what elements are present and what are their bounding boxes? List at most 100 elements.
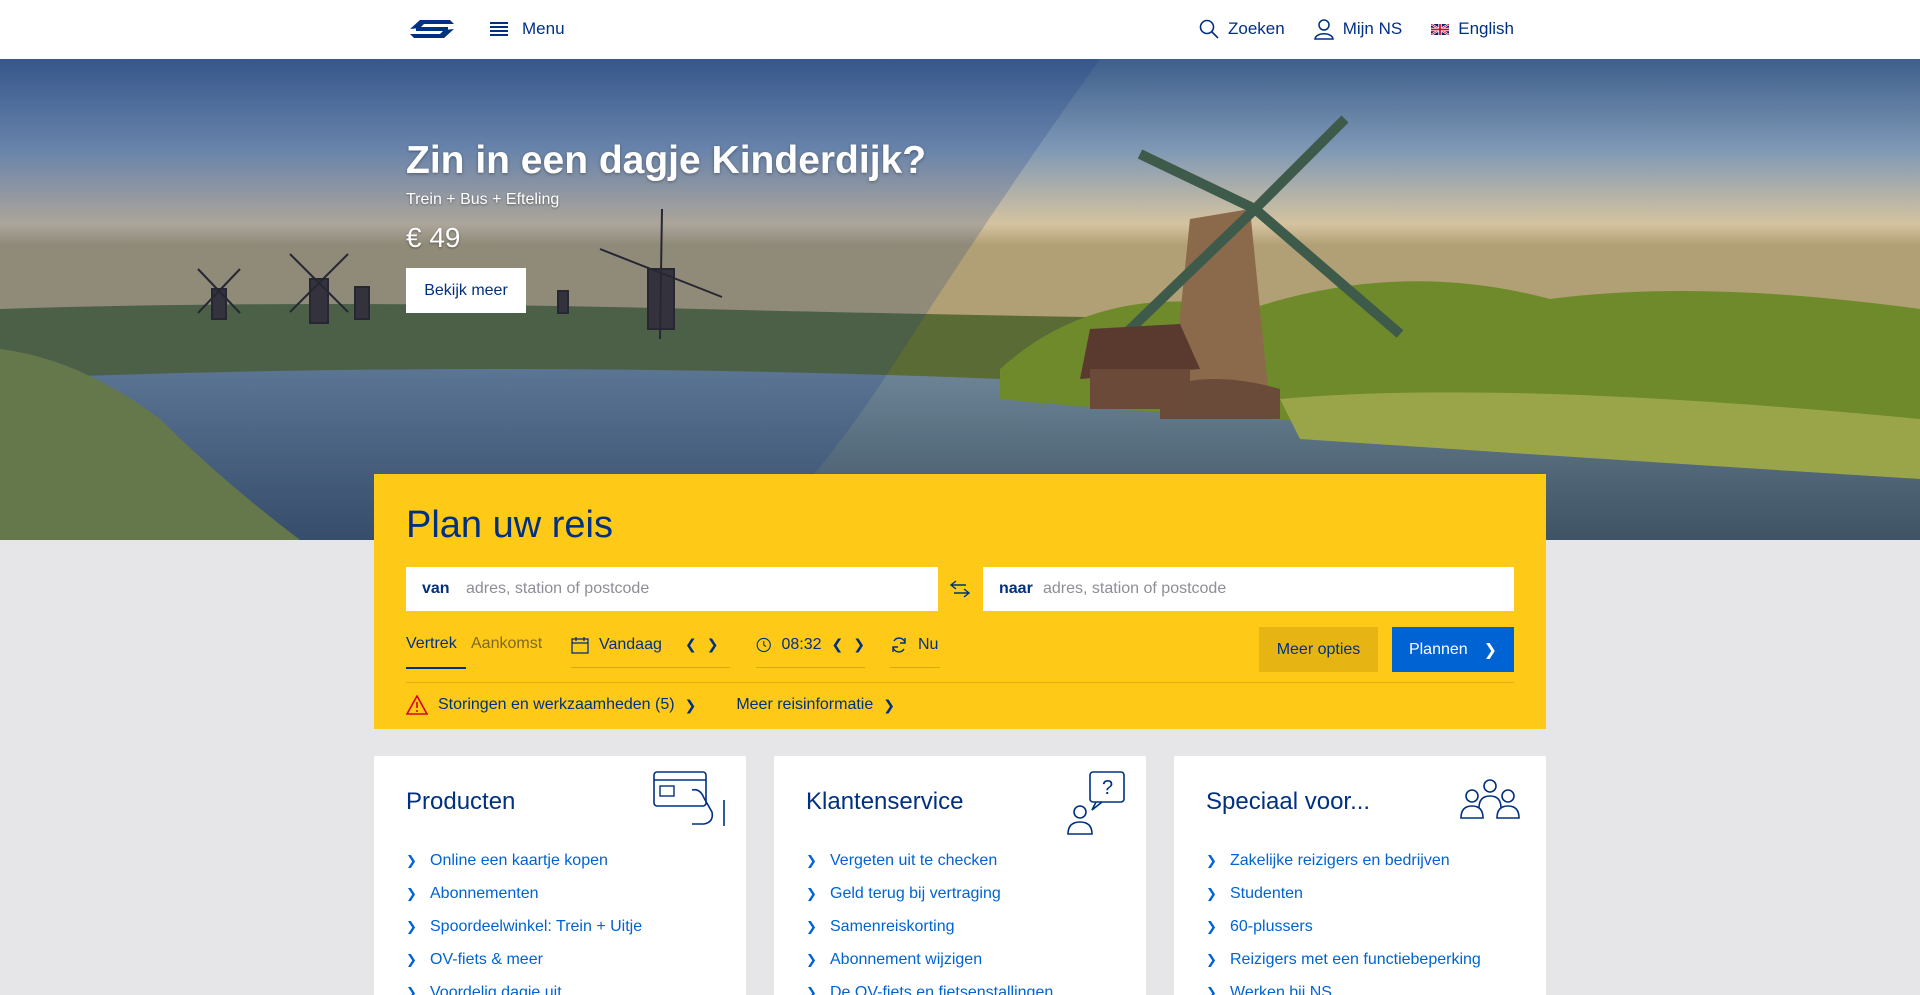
list-item[interactable]: ❯ De OV-fiets en fietsenstallingen [806,976,1053,995]
time-value: 08:32 [781,635,822,653]
chevron-right-icon: ❯ [1206,885,1217,901]
list-item[interactable]: ❯ Samenreiskorting [806,910,1053,943]
chevron-right-icon: ❯ [806,951,817,967]
planner-divider [406,682,1514,683]
refresh-icon [892,636,906,653]
clock-icon [756,637,771,652]
language-link[interactable]: English [1431,19,1514,39]
to-placeholder: adres, station of postcode [1043,580,1227,597]
search-label: Zoeken [1228,19,1285,38]
menu-button[interactable]: Menu [490,19,565,39]
hero-banner: Zin in een dagje Kinderdijk? Trein + Bus… [0,59,1920,540]
user-icon [1313,19,1334,40]
date-value: Vandaag [599,635,662,653]
plan-button[interactable]: Plannen ❯ [1392,627,1514,672]
search-icon [1199,19,1219,39]
customer-service-card: Klantenservice ? ❯ Vergeten uit te checke… [774,756,1146,995]
list-item[interactable]: ❯ OV-fiets & meer [406,943,642,976]
warning-icon [406,695,428,715]
special-for-card: Speciaal voor... ❯ Zakelijke reizigers en… [1174,756,1546,995]
site-header: Menu Zoeken Mijn NS English [0,0,1920,59]
from-label: van [422,580,450,597]
chevron-right-icon: ❯ [806,918,817,934]
tab-arrival[interactable]: Aankomst [471,635,542,653]
date-next-icon[interactable]: ❯ [707,636,719,653]
chevron-right-icon: ❯ [1483,641,1498,659]
chevron-right-icon: ❯ [883,696,895,713]
chevron-right-icon: ❯ [1206,984,1217,995]
chevron-right-icon: ❯ [406,885,417,901]
time-prev-icon[interactable]: ❮ [832,636,844,653]
language-label: English [1458,19,1514,38]
search-link[interactable]: Zoeken [1199,19,1285,39]
chevron-right-icon: ❯ [1206,852,1217,868]
now-button[interactable]: Nu [890,622,940,668]
list-item[interactable]: ❯ Vergeten uit te checken [806,844,1053,877]
menu-label: Menu [522,19,565,38]
card-title: Speciaal voor... [1206,788,1371,815]
disruptions-label: Storingen en werkzaamheden (5) [438,696,675,713]
card-title: Producten [406,788,516,815]
now-label: Nu [918,635,939,653]
time-next-icon[interactable]: ❯ [853,636,865,653]
ns-logo-icon[interactable] [406,16,458,42]
list-item[interactable]: ❯ Werken bij NS [1206,976,1481,995]
chevron-right-icon: ❯ [1206,918,1217,934]
list-item[interactable]: ❯ Online een kaartje kopen [406,844,642,877]
chevron-right-icon: ❯ [406,984,417,995]
hero-subtitle: Trein + Bus + Efteling [406,191,560,208]
list-item[interactable]: ❯ 60-plussers [1206,910,1481,943]
chevron-right-icon: ❯ [806,852,817,868]
hero-price: € 49 [406,222,461,253]
chevron-right-icon: ❯ [406,852,417,868]
list-item[interactable]: ❯ Geld terug bij vertraging [806,877,1053,910]
more-info-link[interactable]: Meer reisinformatie ❯ [736,696,895,714]
calendar-icon [571,636,589,654]
chevron-right-icon: ❯ [406,918,417,934]
list-item[interactable]: ❯ Abonnement wijzigen [806,943,1053,976]
list-item[interactable]: ❯ Voordelig dagje uit [406,976,642,995]
from-field[interactable]: van adres, station of postcode [406,567,938,611]
chevron-right-icon: ❯ [1206,951,1217,967]
list-item[interactable]: ❯ Zakelijke reizigers en bedrijven [1206,844,1481,877]
to-label: naar [999,580,1033,597]
products-card: Producten ❯ Online een kaartje kopen ❯ Abo… [374,756,746,995]
from-placeholder: adres, station of postcode [466,580,650,597]
tab-departure[interactable]: Vertrek [406,635,457,653]
more-options-button[interactable]: Meer opties [1259,627,1378,672]
group-people-icon [1460,779,1520,819]
list-item[interactable]: ❯ Spoordeelwinkel: Trein + Uitje [406,910,642,943]
card-title: Klantenservice [806,788,964,815]
list-item[interactable]: ❯ Abonnementen [406,877,642,910]
list-item[interactable]: ❯ Reizigers met een functiebeperking [1206,943,1481,976]
customer-service-link-list: ❯ Vergeten uit te checken ❯ Geld terug bij… [806,844,1053,995]
journey-planner: Plan uw reis van adres, station of postc… [374,474,1546,729]
products-link-list: ❯ Online een kaartje kopen ❯ Abonnementen … [406,844,642,995]
swap-direction-icon[interactable] [948,579,972,599]
hero-cta-button[interactable]: Bekijk meer [406,268,526,313]
chevron-right-icon: ❯ [406,951,417,967]
hamburger-icon [490,22,508,36]
kinderdijk-windmills-image [0,59,1920,540]
date-selector[interactable]: Vandaag ❮ ❯ [571,622,730,668]
uk-flag-icon [1431,23,1450,35]
to-field[interactable]: naar adres, station of postcode [983,567,1514,611]
list-item[interactable]: ❯ Studenten [1206,877,1481,910]
svg-text:?: ? [1102,777,1113,799]
hero-title: Zin in een dagje Kinderdijk? [406,139,927,182]
chevron-right-icon: ❯ [684,696,697,713]
card-payment-icon [653,771,725,826]
account-label: Mijn NS [1342,19,1403,38]
time-selector[interactable]: 08:32 ❮ ❯ [756,622,865,668]
special-for-link-list: ❯ Zakelijke reizigers en bedrijven ❯ Stude… [1206,844,1481,995]
date-prev-icon[interactable]: ❮ [685,636,697,653]
chevron-right-icon: ❯ [806,885,817,901]
account-link[interactable]: Mijn NS [1313,18,1403,40]
more-info-label: Meer reisinformatie [736,696,874,713]
plan-label: Plannen [1408,640,1468,658]
planner-title: Plan uw reis [406,504,613,546]
customer-question-icon: ? [1067,771,1125,835]
disruptions-link[interactable]: Storingen en werkzaamheden (5) ❯ [406,695,696,715]
chevron-right-icon: ❯ [806,984,817,995]
active-tab-indicator [406,667,466,669]
